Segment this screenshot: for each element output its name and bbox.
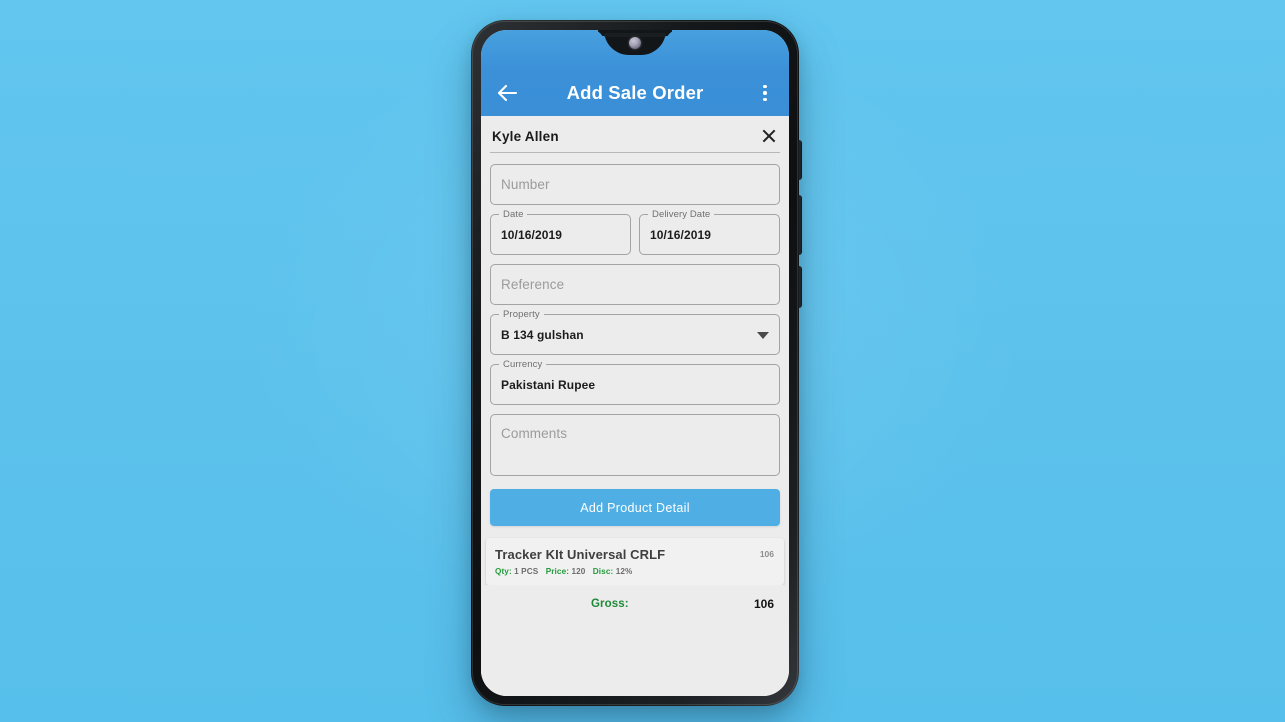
- chevron-down-icon[interactable]: [757, 332, 769, 339]
- comments-placeholder: Comments: [501, 426, 568, 441]
- front-camera-icon: [629, 37, 641, 49]
- add-product-detail-button[interactable]: Add Product Detail: [490, 489, 780, 526]
- number-placeholder: Number: [501, 177, 550, 192]
- currency-value: Pakistani Rupee: [501, 377, 596, 392]
- arrow-left-icon: [497, 84, 518, 102]
- property-field[interactable]: Property B 134 gulshan: [490, 309, 780, 355]
- product-title: Tracker KIt Universal CRLF: [495, 547, 666, 562]
- form-scroll-area[interactable]: Kyle Allen Number Date 10/16/2019 Delive…: [481, 116, 789, 696]
- disc-label: Disc:: [592, 567, 614, 576]
- power-button[interactable]: [797, 140, 802, 180]
- delivery-date-label: Delivery Date: [648, 209, 715, 220]
- price-value: 120: [571, 567, 586, 576]
- gross-value: 106: [753, 597, 774, 611]
- qty-value: 1 PCS: [514, 567, 539, 576]
- product-info: Tracker KIt Universal CRLF Qty: 1 PCS Pr…: [495, 547, 760, 576]
- date-field[interactable]: Date 10/16/2019: [490, 209, 631, 255]
- app-bar: Add Sale Order: [481, 30, 789, 116]
- volume-down-button[interactable]: [797, 266, 802, 308]
- qty-label: Qty:: [495, 567, 512, 576]
- reference-placeholder: Reference: [501, 277, 565, 292]
- delivery-date-value: 10/16/2019: [650, 227, 712, 242]
- overflow-menu-button[interactable]: [752, 77, 778, 109]
- more-vertical-icon-dot: [763, 84, 767, 89]
- date-row: Date 10/16/2019 Delivery Date 10/16/2019: [490, 209, 780, 255]
- date-value: 10/16/2019: [501, 227, 563, 242]
- page-title: Add Sale Order: [566, 82, 704, 103]
- reference-field[interactable]: Reference: [490, 264, 780, 305]
- customer-row[interactable]: Kyle Allen: [490, 116, 780, 153]
- phone-screen: Add Sale Order Kyle Allen Number Date 10…: [481, 30, 789, 696]
- gross-total-row: Gross: 106: [486, 585, 784, 622]
- body-filler: [481, 622, 789, 696]
- currency-field[interactable]: Currency Pakistani Rupee: [490, 359, 780, 405]
- number-field[interactable]: Number: [490, 164, 780, 205]
- customer-name: Kyle Allen: [492, 128, 559, 144]
- more-vertical-icon-dot: [763, 97, 767, 102]
- gross-label: Gross:: [591, 598, 629, 610]
- currency-label: Currency: [499, 359, 547, 370]
- product-amount: 106: [759, 549, 774, 559]
- comments-field[interactable]: Comments: [490, 414, 780, 476]
- volume-up-button[interactable]: [797, 195, 802, 255]
- product-list-item[interactable]: Tracker KIt Universal CRLF Qty: 1 PCS Pr…: [486, 538, 784, 585]
- property-value: B 134 gulshan: [501, 327, 584, 342]
- delivery-date-field[interactable]: Delivery Date 10/16/2019: [639, 209, 780, 255]
- phone-device: Add Sale Order Kyle Allen Number Date 10…: [471, 20, 802, 706]
- price-label: Price:: [545, 567, 570, 576]
- disc-value: 12%: [615, 567, 633, 576]
- product-meta: Qty: 1 PCS Price: 120 Disc: 12%: [495, 567, 760, 576]
- more-vertical-icon-dot: [763, 91, 767, 95]
- date-label: Date: [499, 209, 528, 220]
- clear-customer-button[interactable]: [760, 127, 778, 145]
- property-label: Property: [499, 309, 544, 320]
